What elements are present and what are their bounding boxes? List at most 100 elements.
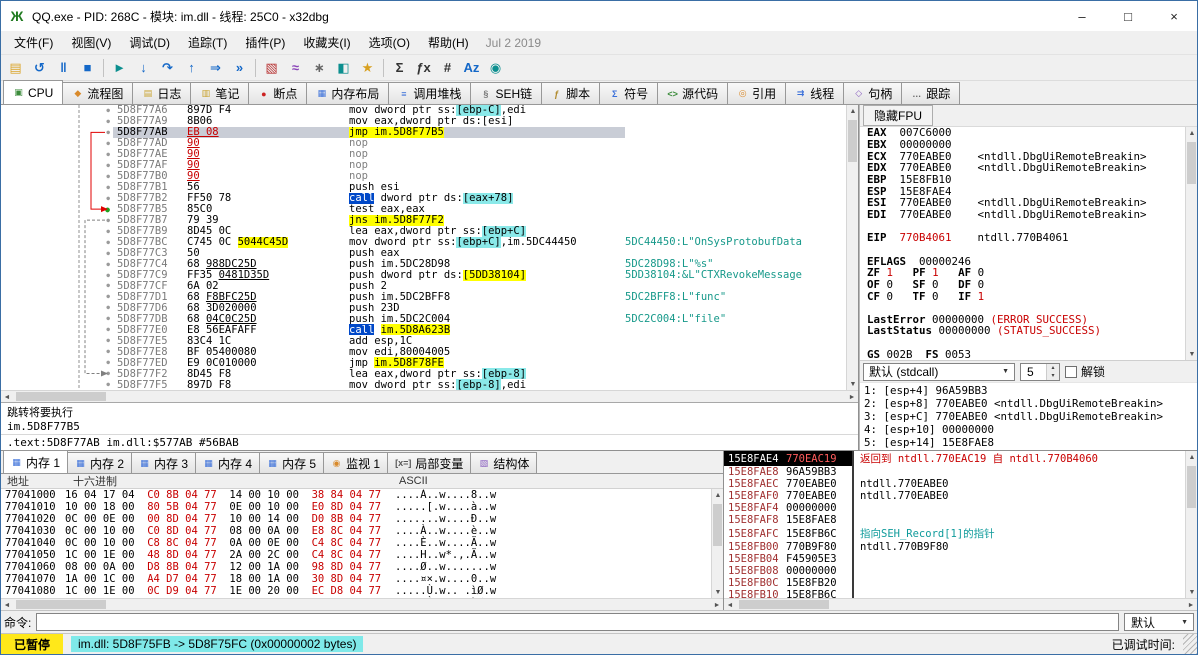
step-over-button[interactable]: ↷ xyxy=(156,57,179,79)
tab-log[interactable]: ▤ 日志 xyxy=(132,82,192,104)
scroll-track[interactable] xyxy=(13,391,846,402)
scroll-track[interactable] xyxy=(1186,139,1197,348)
disassembly-hscrollbar[interactable]: ◄ ► xyxy=(1,390,858,402)
stack-row[interactable]: 15E8FAE4 770EAC19 返回到 ntdll.770EAC19 自 ntd… xyxy=(724,451,1185,466)
stack-row[interactable]: 15E8FB0C 15E8FB20 xyxy=(724,577,1185,589)
tab-dump-2[interactable]: ▦ 内存 2 xyxy=(67,452,133,473)
register-row[interactable]: LastStatus 00000000 (STATUS_SUCCESS) xyxy=(867,325,1185,337)
register-row[interactable]: EBP 15E8FB10 xyxy=(867,174,1185,186)
register-row[interactable]: ECX 770EABE0 <ntdll.DbgUiRemoteBreakin> xyxy=(867,150,1185,162)
stack-row[interactable]: 15E8FAF4 00000000 xyxy=(724,502,1185,514)
tab-breakpoints[interactable]: ● 断点 xyxy=(248,82,308,104)
stack-row[interactable]: 15E8FB10 15E8FB6C xyxy=(724,589,1185,598)
argument-row[interactable]: 4: [esp+10] 00000000 xyxy=(864,423,1197,436)
run-button[interactable]: ► xyxy=(108,57,131,79)
disasm-row[interactable]: ● 5D8F77C3 50 push eax xyxy=(1,248,846,259)
tab-seh[interactable]: § SEH链 xyxy=(470,82,543,104)
tab-notes[interactable]: ▥ 笔记 xyxy=(190,82,250,104)
favourites-button[interactable]: ★ xyxy=(356,57,379,79)
stack-row[interactable]: 15E8FB00 770B9F80 ntdll.770B9F80 xyxy=(724,541,1185,553)
scroll-thumb[interactable] xyxy=(713,504,722,546)
scroll-down-icon[interactable]: ▼ xyxy=(1186,586,1197,598)
maximize-button[interactable]: □ xyxy=(1105,1,1151,31)
stack-row[interactable]: 15E8FAE8 96A59BB3 xyxy=(724,466,1185,478)
command-input[interactable] xyxy=(36,613,1119,631)
dump-row[interactable]: 77041050 1C 00 1E 00 48 8D 04 77 2A 00 2C… xyxy=(1,549,711,561)
register-row[interactable] xyxy=(867,337,1185,349)
scroll-track[interactable] xyxy=(13,599,711,610)
trace-coverage-button[interactable]: ≈ xyxy=(284,57,307,79)
tab-dump-3[interactable]: ▦ 内存 3 xyxy=(131,452,197,473)
registers-view[interactable]: EAX 007C6000 EBX 00000000 ECX 770EABE0 <nt… xyxy=(860,127,1185,360)
disasm-row[interactable]: ● 5D8F77ED E9 0C010000 jmp im.5D8F78FE xyxy=(1,357,846,369)
dump-row[interactable]: 77041080 1C 00 1E 00 0C D9 04 77 1E 00 20… xyxy=(1,585,711,597)
stack-hscrollbar[interactable]: ◄ ► xyxy=(724,598,1197,610)
disasm-row[interactable]: ● 5D8F77D6 68 3D020000 push 23D xyxy=(1,302,846,313)
title-bar[interactable]: Ж QQ.exe - PID: 268C - 模块: im.dll - 线程: … xyxy=(1,1,1197,31)
register-row[interactable]: EFLAGS 00000246 xyxy=(867,255,1185,267)
register-row[interactable]: EAX 007C6000 xyxy=(867,127,1185,139)
scroll-thumb[interactable] xyxy=(16,600,106,609)
disasm-row[interactable]: ● 5D8F77B7 79 39 jns im.5D8F77F2 xyxy=(1,214,846,226)
disasm-row[interactable]: ●5D8F77B585C0test eax,eax xyxy=(1,204,846,215)
registers-vscrollbar[interactable]: ▲ ▼ xyxy=(1185,127,1197,360)
scroll-up-icon[interactable]: ▲ xyxy=(712,489,724,501)
register-row[interactable] xyxy=(867,220,1185,232)
scroll-down-icon[interactable]: ▼ xyxy=(847,378,859,390)
tab-threads[interactable]: ⇉ 线程 xyxy=(785,82,845,104)
menu-item-5[interactable]: 收藏夹(I) xyxy=(294,31,359,54)
menu-item-3[interactable]: 追踪(T) xyxy=(179,31,236,54)
open-file-button[interactable]: ▤ xyxy=(4,57,27,79)
menu-item-7[interactable]: 帮助(H) xyxy=(419,31,478,54)
scroll-up-icon[interactable]: ▲ xyxy=(1186,451,1197,463)
scroll-thumb[interactable] xyxy=(848,120,857,162)
disasm-row[interactable]: ● 5D8F77F5 897D F8 mov dword ptr ss:[ebp-8]… xyxy=(1,379,846,390)
register-row[interactable] xyxy=(867,302,1185,314)
tab-handles[interactable]: ◇ 句柄 xyxy=(843,82,903,104)
step-into-button[interactable]: ↓ xyxy=(132,57,155,79)
step-out-button[interactable]: ↑ xyxy=(180,57,203,79)
dump-vscrollbar[interactable]: ▲ ▼ xyxy=(711,489,723,598)
font-size-button[interactable]: Az xyxy=(460,57,483,79)
execute-till-return-button[interactable]: ⇒ xyxy=(204,57,227,79)
close-button[interactable]: × xyxy=(1151,1,1197,31)
spinner-down-icon[interactable]: ▾ xyxy=(1047,371,1059,380)
tab-cpu[interactable]: ▣ CPU xyxy=(3,80,64,104)
minimize-button[interactable]: – xyxy=(1059,1,1105,31)
scroll-thumb[interactable] xyxy=(1187,466,1196,508)
disasm-row[interactable]: ● 5D8F77AB EB 08 jmp im.5D8F77B5 xyxy=(1,126,846,138)
stack-view[interactable]: 15E8FAE4 770EAC19 返回到 ntdll.770EAC19 自 ntd… xyxy=(724,451,1185,598)
menu-item-1[interactable]: 视图(V) xyxy=(62,31,120,54)
scroll-down-icon[interactable]: ▼ xyxy=(1186,348,1197,360)
dump-row[interactable]: 77041000 16 04 17 04 C0 8B 04 77 14 00 10… xyxy=(1,489,711,501)
disasm-row[interactable]: ● 5D8F77B9 8D45 0C lea eax,dword ptr ss:[eb… xyxy=(1,225,846,237)
scroll-track[interactable] xyxy=(1186,463,1197,586)
dump-row[interactable]: 77041030 0C 00 10 00 C0 8D 04 77 08 00 0A… xyxy=(1,525,711,537)
function-button[interactable]: ƒx xyxy=(412,57,435,79)
disasm-row[interactable]: ● 5D8F77A9 8B06 mov eax,dword ptr ds:[esi] xyxy=(1,116,846,127)
disasm-row[interactable]: ● 5D8F77C9 FF35 0481D35D push dword ptr ds:… xyxy=(1,269,846,281)
report-bug-button[interactable]: ◉ xyxy=(484,57,507,79)
tab-watch-1[interactable]: ◉ 监视 1 xyxy=(323,452,389,473)
calling-convention-select[interactable]: 默认 (stdcall) ▼ xyxy=(863,362,1015,381)
argument-row[interactable]: 1: [esp+4] 96A59BB3 xyxy=(864,384,1197,397)
calculator-button[interactable]: Σ xyxy=(388,57,411,79)
disasm-row[interactable]: ● 5D8F77E5 83C4 1C add esp,1C xyxy=(1,335,846,346)
scroll-up-icon[interactable]: ▲ xyxy=(847,105,859,117)
dump-row[interactable]: 77041020 0C 00 0E 00 00 8D 04 77 10 00 14… xyxy=(1,513,711,525)
scroll-track[interactable] xyxy=(847,117,858,378)
dump-row[interactable]: 77041010 10 00 18 00 80 5B 04 77 0E 00 10… xyxy=(1,501,711,513)
disasm-row[interactable]: ● 5D8F77DB 68 04C0C25D push im.5DC2C004 5DC2… xyxy=(1,313,846,324)
register-row[interactable]: GS 002B FS 0053 xyxy=(867,348,1185,360)
tab-memory-map[interactable]: ▦ 内存布局 xyxy=(306,82,390,104)
disasm-row[interactable]: ● 5D8F77E8 BF 05400080 mov edi,80004005 xyxy=(1,346,846,357)
stack-row[interactable]: 15E8FAEC 770EABE0 ntdll.770EABE0 xyxy=(724,478,1185,490)
disasm-row[interactable]: ● 5D8F77C4 68 988DC25D push im.5DC28D98 5DC2… xyxy=(1,259,846,270)
register-row[interactable]: EIP 770B4061 ntdll.770B4061 xyxy=(867,232,1185,244)
stack-row[interactable]: 15E8FAF8 15E8FAE8 xyxy=(724,514,1185,526)
stack-row[interactable]: 15E8FAF0 770EABE0 ntdll.770EABE0 xyxy=(724,490,1185,502)
register-row[interactable]: CF 0 TF 0 IF 1 xyxy=(867,290,1185,302)
disasm-row[interactable]: ● 5D8F77F2 8D45 F8 lea eax,dword ptr ss:[eb… xyxy=(1,368,846,380)
register-row[interactable] xyxy=(867,244,1185,256)
register-row[interactable]: LastError 00000000 (ERROR_SUCCESS) xyxy=(867,314,1185,326)
